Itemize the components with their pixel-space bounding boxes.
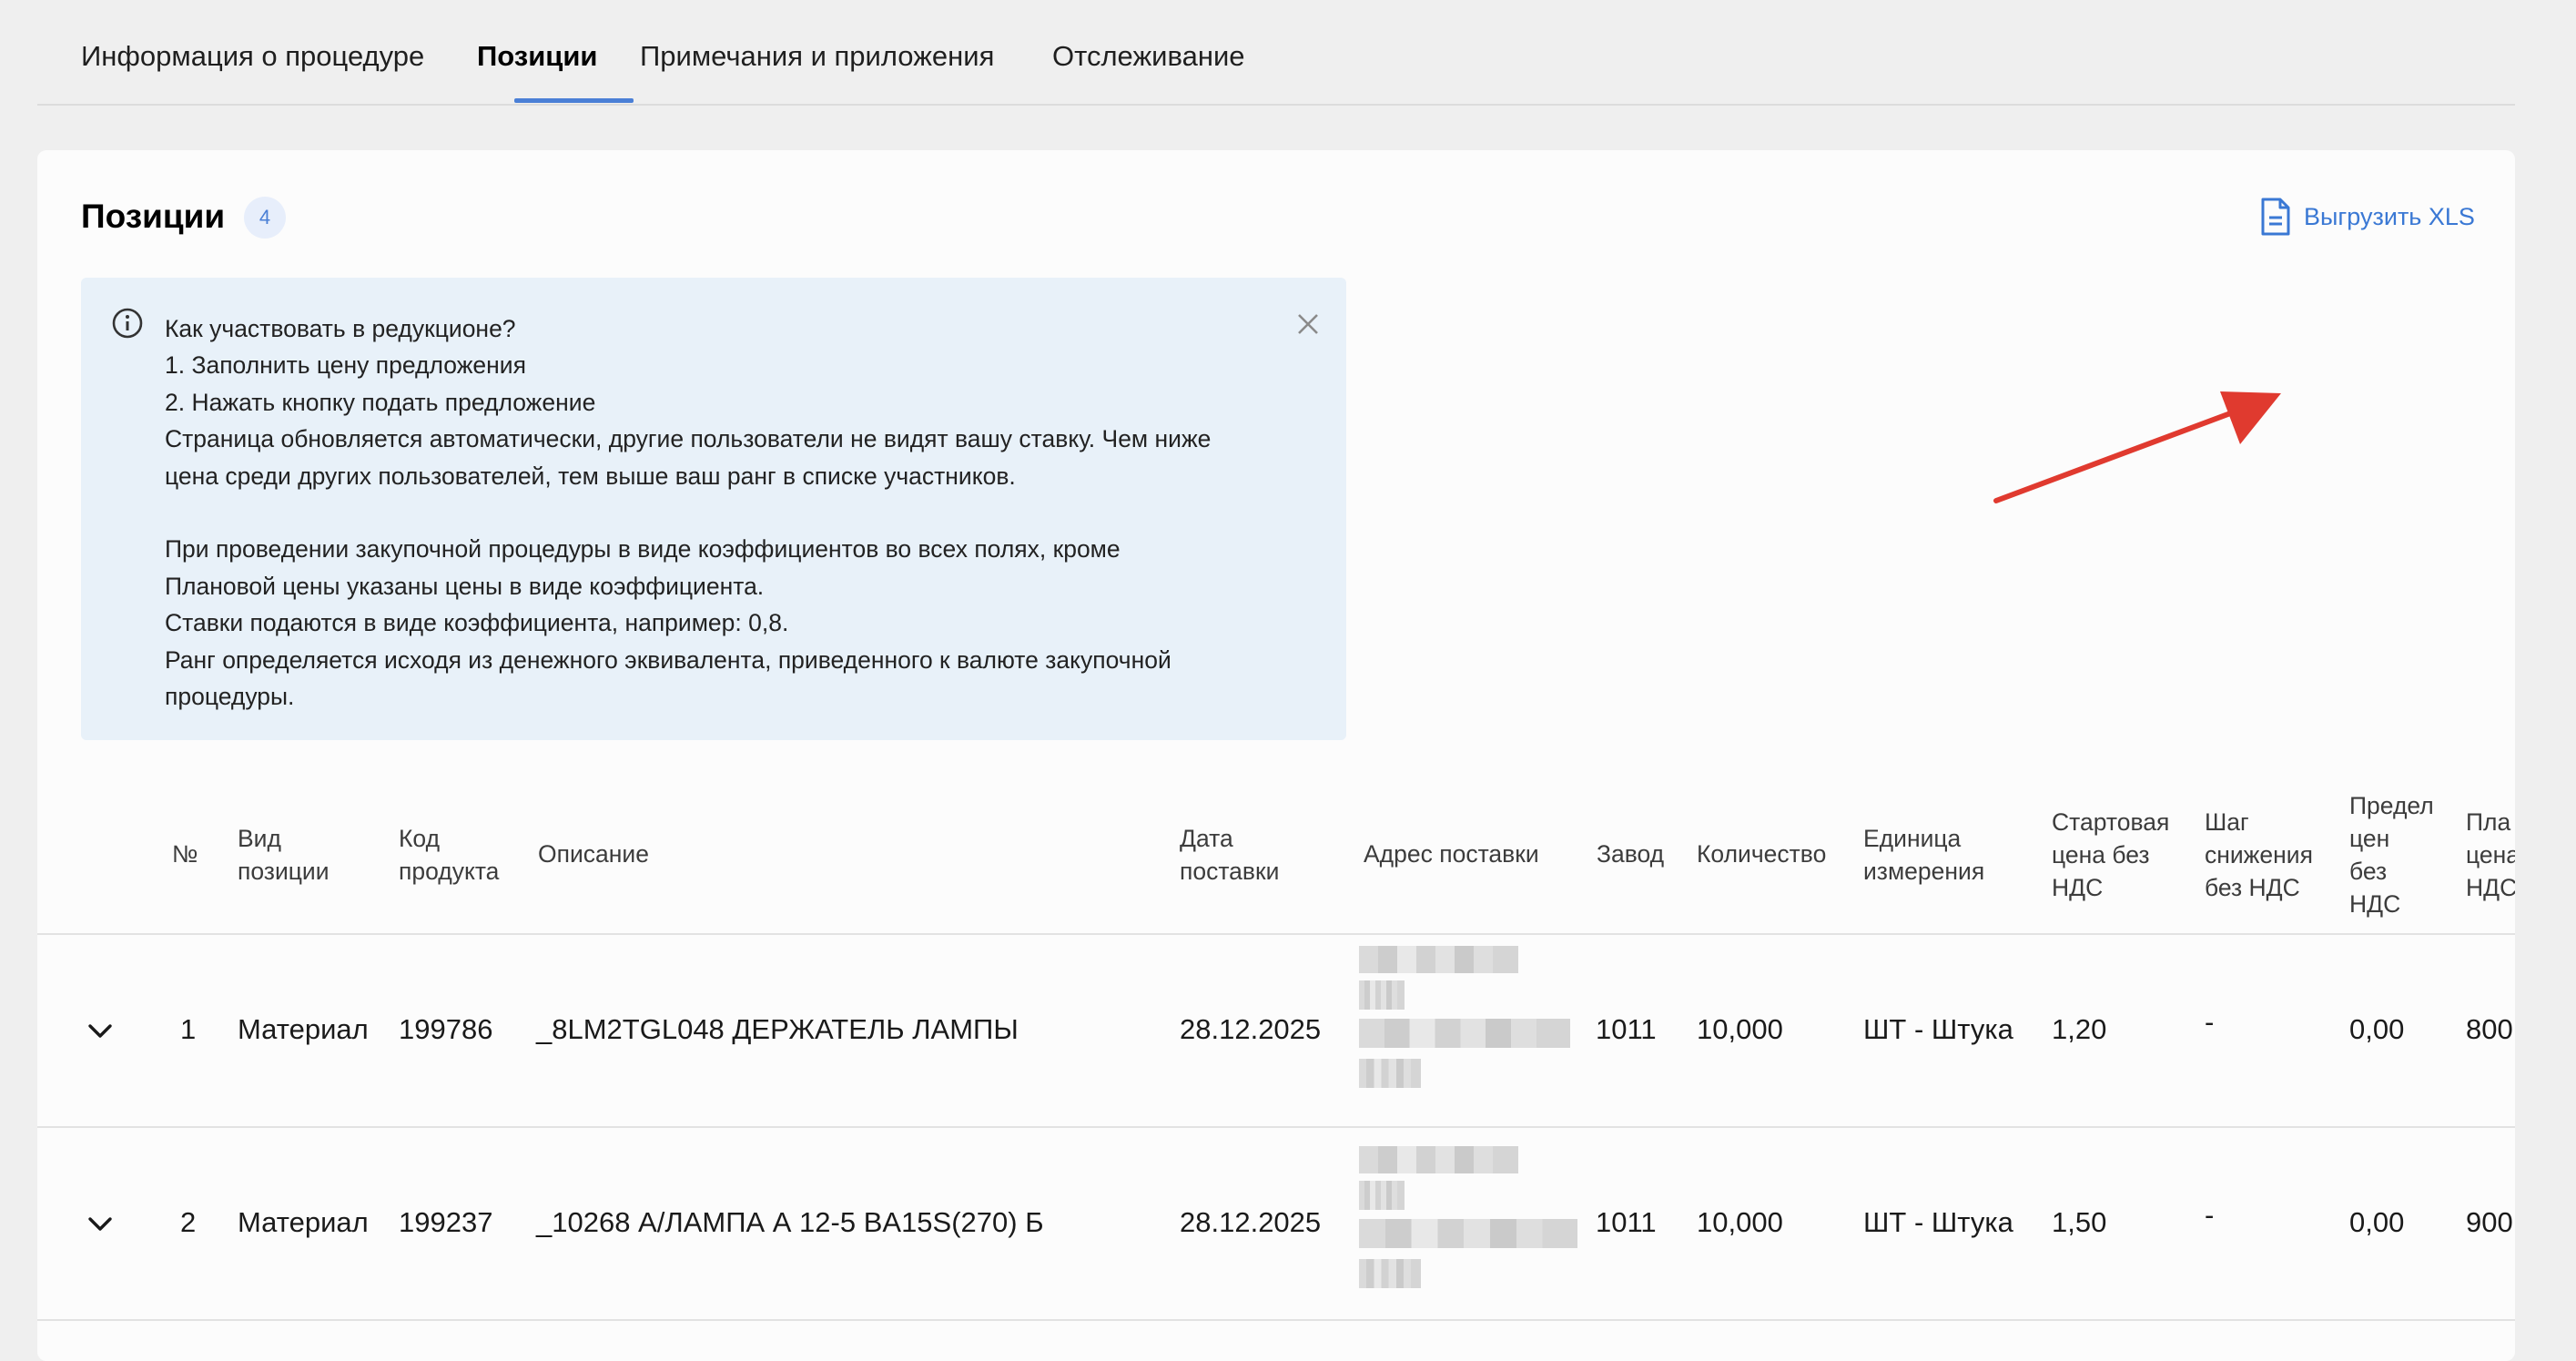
cell-delivery-date: 28.12.2025 — [1180, 1206, 1322, 1238]
info-line: Как участвовать в редукционе? — [165, 315, 516, 342]
close-icon[interactable] — [1294, 310, 1322, 338]
cell-quantity: 10,000 — [1697, 1206, 1783, 1238]
info-line: Ставки подаются в виде коэффициента, нап… — [165, 609, 789, 637]
cell-code: 199786 — [399, 1013, 493, 1045]
info-line: процедуры. — [165, 683, 295, 711]
col-header-code: Код продукта — [399, 825, 500, 885]
redacted-address — [1359, 1219, 1577, 1248]
cell-code: 199237 — [399, 1206, 493, 1238]
redacted-address — [1359, 980, 1405, 1010]
cell-step: - — [2205, 1006, 2215, 1038]
cell-type: Материал — [238, 1206, 369, 1238]
tab-tracking[interactable]: Отслеживание — [1052, 40, 1245, 73]
chevron-down-icon[interactable] — [86, 1021, 114, 1040]
count-badge: 4 — [244, 197, 286, 239]
cell-start-price: 1,20 — [2052, 1013, 2107, 1045]
col-header-step: Шаг снижения без НДС — [2205, 808, 2313, 901]
info-line: 1. Заполнить цену предложения — [165, 351, 526, 380]
info-line: 2. Нажать кнопку подать предложение — [165, 388, 596, 416]
cell-step: - — [2205, 1199, 2215, 1231]
col-header-type: Вид позиции — [238, 825, 330, 885]
redacted-address — [1359, 1059, 1421, 1088]
cell-plan-price: 800 — [2466, 1013, 2513, 1045]
cell-number: 2 — [180, 1206, 197, 1238]
cell-plant: 1011 — [1596, 1206, 1657, 1238]
tab-procedure-info[interactable]: Информация о процедуре — [81, 40, 424, 73]
cell-delivery-date: 28.12.2025 — [1180, 1013, 1322, 1045]
col-header-price-limit: Предел цен без НДС — [2349, 792, 2434, 918]
cell-plan-price: 900 — [2466, 1206, 2513, 1238]
page-title: Позиции — [81, 198, 226, 235]
positions-card: Позиции 4 Выгрузить XLS Как участвовать … — [37, 150, 2515, 1361]
table-row[interactable]: 1 Материал 199786 _8LM2TGL048 ДЕРЖАТЕЛЬ … — [37, 935, 2515, 1128]
cell-unit: ШТ - Штука — [1863, 1013, 2013, 1045]
info-text: Как участвовать в редукционе? 1. Заполни… — [165, 310, 1312, 715]
active-tab-indicator — [514, 98, 634, 103]
arrow-annotation — [1993, 391, 2281, 503]
document-icon — [2261, 198, 2290, 236]
info-line: цена среди других пользователей, тем выш… — [165, 462, 1016, 490]
cell-plant: 1011 — [1596, 1013, 1657, 1045]
cell-type: Материал — [238, 1013, 369, 1045]
redacted-address — [1359, 1146, 1518, 1173]
cell-description: _8LM2TGL048 ДЕРЖАТЕЛЬ ЛАМПЫ — [536, 1013, 1019, 1045]
info-line: Страница обновляется автоматически, друг… — [165, 425, 1212, 453]
col-header-quantity: Количество — [1697, 840, 1827, 868]
export-xls-button[interactable]: Выгрузить XLS — [2260, 194, 2475, 239]
col-header-start-price: Стартовая цена без НДС — [2052, 808, 2170, 901]
table-header: № Вид позиции Код продукта Описание Дата… — [37, 769, 2515, 935]
col-header-plan-price: Пла цена НДС — [2466, 808, 2515, 901]
col-header-delivery-date: Дата поставки — [1180, 825, 1280, 885]
info-line: Ранг определяется исходя из денежного эк… — [165, 645, 1171, 674]
cell-unit: ШТ - Штука — [1863, 1206, 2013, 1238]
redacted-address — [1359, 1259, 1421, 1288]
cell-number: 1 — [180, 1013, 197, 1045]
table-row[interactable]: 2 Материал 199237 _10268 А/ЛАМПА А 12-5 … — [37, 1128, 2515, 1321]
export-xls-label: Выгрузить XLS — [2304, 202, 2475, 230]
redacted-address — [1359, 1019, 1570, 1048]
info-notice: Как участвовать в редукционе? 1. Заполни… — [81, 278, 1346, 740]
col-header-number: № — [172, 840, 198, 868]
cell-price-limit: 0,00 — [2349, 1206, 2405, 1238]
redacted-address — [1359, 946, 1518, 973]
info-line: При проведении закупочной процедуры в ви… — [165, 535, 1121, 564]
cell-price-limit: 0,00 — [2349, 1013, 2405, 1045]
cell-description: _10268 А/ЛАМПА А 12-5 BA15S(270) Б — [536, 1206, 1044, 1238]
tab-positions[interactable]: Позиции — [477, 40, 597, 73]
col-header-plant: Завод — [1597, 840, 1665, 868]
info-icon — [112, 308, 143, 339]
tab-bar: Информация о процедуре Позиции Примечани… — [37, 0, 2515, 106]
col-header-description: Описание — [538, 840, 649, 868]
col-header-delivery-address: Адрес поставки — [1364, 840, 1539, 868]
cell-quantity: 10,000 — [1697, 1013, 1783, 1045]
info-line: Плановой цены указаны цены в виде коэффи… — [165, 572, 765, 600]
col-header-unit: Единица измерения — [1863, 825, 1985, 885]
redacted-address — [1359, 1181, 1405, 1210]
tab-notes-attachments[interactable]: Примечания и приложения — [640, 40, 994, 73]
chevron-down-icon[interactable] — [86, 1214, 114, 1233]
cell-start-price: 1,50 — [2052, 1206, 2107, 1238]
